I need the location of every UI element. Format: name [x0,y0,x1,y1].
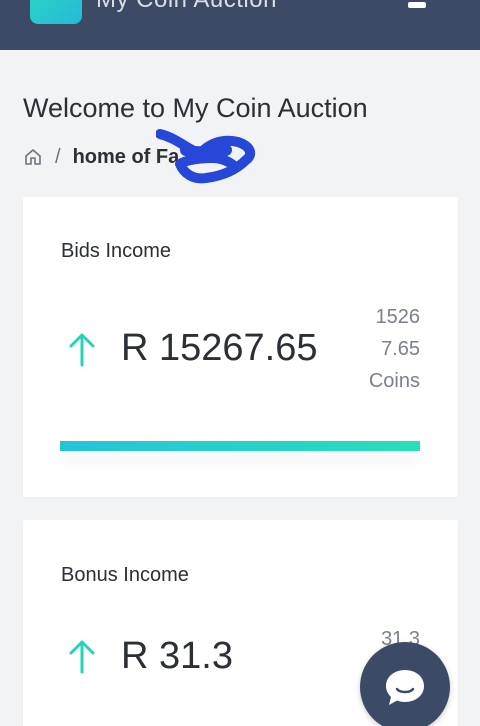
coin-logo-icon[interactable] [30,0,82,24]
arrow-up-icon [69,640,95,674]
chat-button[interactable] [360,642,450,726]
home-icon[interactable] [23,147,43,167]
income-amount: R 15267.65 [121,327,318,369]
app-title[interactable]: My Coin Auction [96,0,277,14]
progress-fill [60,441,420,451]
bids-income-card: Bids Income R 15267.65 1526 7.65 Coins [23,197,458,497]
coins-value: 1526 7.65 Coins [330,301,420,397]
arrow-up-icon [69,333,95,367]
chat-bubble-icon [386,670,424,705]
progress-bar [60,441,420,451]
card-label: Bids Income [61,240,172,262]
card-label: Bonus Income [61,564,189,586]
income-amount: R 31.3 [121,635,233,677]
coins-unit: Coins [368,370,420,392]
redaction-scribble [156,129,256,184]
page-title: Welcome to My Coin Auction [23,93,368,123]
top-navbar: My Coin Auction [0,0,480,50]
coins-line: 1526 [375,306,421,328]
hamburger-menu-icon[interactable] [408,2,426,8]
coins-line: 7.65 [381,338,420,360]
breadcrumb-separator: / [55,145,61,168]
